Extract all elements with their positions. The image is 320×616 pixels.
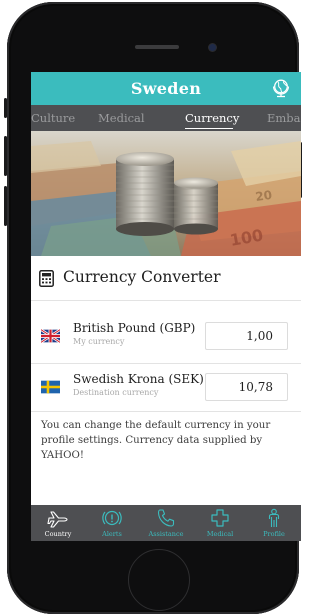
nav-alerts[interactable]: Alerts — [85, 505, 139, 541]
profile-icon — [268, 508, 280, 527]
medical-cross-icon — [211, 509, 229, 527]
volume-up-button — [4, 136, 7, 176]
app-title: Sweden — [130, 79, 202, 98]
destination-currency-label: Destination currency — [73, 388, 159, 397]
globe-icon[interactable] — [271, 78, 291, 98]
nav-alerts-label: Alerts — [102, 530, 122, 538]
tab-culture[interactable]: Culture — [31, 111, 75, 125]
calculator-icon — [39, 270, 54, 287]
svg-text:20: 20 — [254, 188, 272, 204]
alert-icon — [102, 510, 122, 526]
converter-title: Currency Converter — [63, 268, 221, 286]
nav-assistance-label: Assistance — [148, 530, 184, 538]
nav-country-label: Country — [44, 530, 72, 538]
tab-currency[interactable]: Currency — [185, 111, 239, 125]
front-camera — [209, 44, 216, 51]
nav-medical-label: Medical — [206, 530, 234, 538]
volume-down-button — [4, 186, 7, 226]
nav-medical[interactable]: Medical — [193, 505, 247, 541]
sweden-flag-icon — [41, 380, 60, 394]
source-currency-name: British Pound (GBP) — [73, 321, 196, 335]
uk-flag-icon — [41, 328, 60, 344]
source-currency-row[interactable]: British Pound (GBP) My currency 1,00 — [31, 318, 301, 356]
plane-icon — [47, 511, 68, 528]
app-screen: Sweden Culture Medical Currency Embas — [31, 72, 301, 541]
tab-embassy[interactable]: Embas — [267, 111, 301, 125]
tab-medical[interactable]: Medical — [98, 111, 145, 125]
mute-switch — [4, 98, 7, 118]
source-amount-input[interactable]: 1,00 — [205, 322, 288, 350]
active-tab-indicator — [185, 128, 233, 129]
converter-header: Currency Converter — [31, 256, 301, 301]
source-currency-label: My currency — [73, 337, 125, 346]
home-button[interactable] — [128, 549, 190, 611]
nav-country[interactable]: Country — [31, 505, 85, 541]
earpiece-speaker — [135, 45, 179, 49]
converter-info-text: You can change the default currency in y… — [41, 420, 271, 461]
nav-profile[interactable]: Profile — [247, 505, 301, 541]
destination-currency-row[interactable]: Swedish Krona (SEK) Destination currency… — [31, 369, 301, 407]
nav-profile-label: Profile — [263, 530, 285, 538]
nav-assistance[interactable]: Assistance — [139, 505, 193, 541]
destination-amount-input[interactable]: 10,78 — [205, 373, 288, 401]
category-tabs: Culture Medical Currency Embas — [31, 105, 301, 131]
bottom-navigation: Country Alerts Assistance Medical Profil… — [31, 505, 301, 541]
phone-icon — [157, 509, 175, 527]
currency-hero-image: 100 20 — [31, 131, 301, 256]
row-divider — [31, 363, 301, 364]
destination-currency-name: Swedish Krona (SEK) — [73, 372, 204, 386]
row-divider — [31, 411, 301, 412]
app-header: Sweden — [31, 72, 301, 105]
